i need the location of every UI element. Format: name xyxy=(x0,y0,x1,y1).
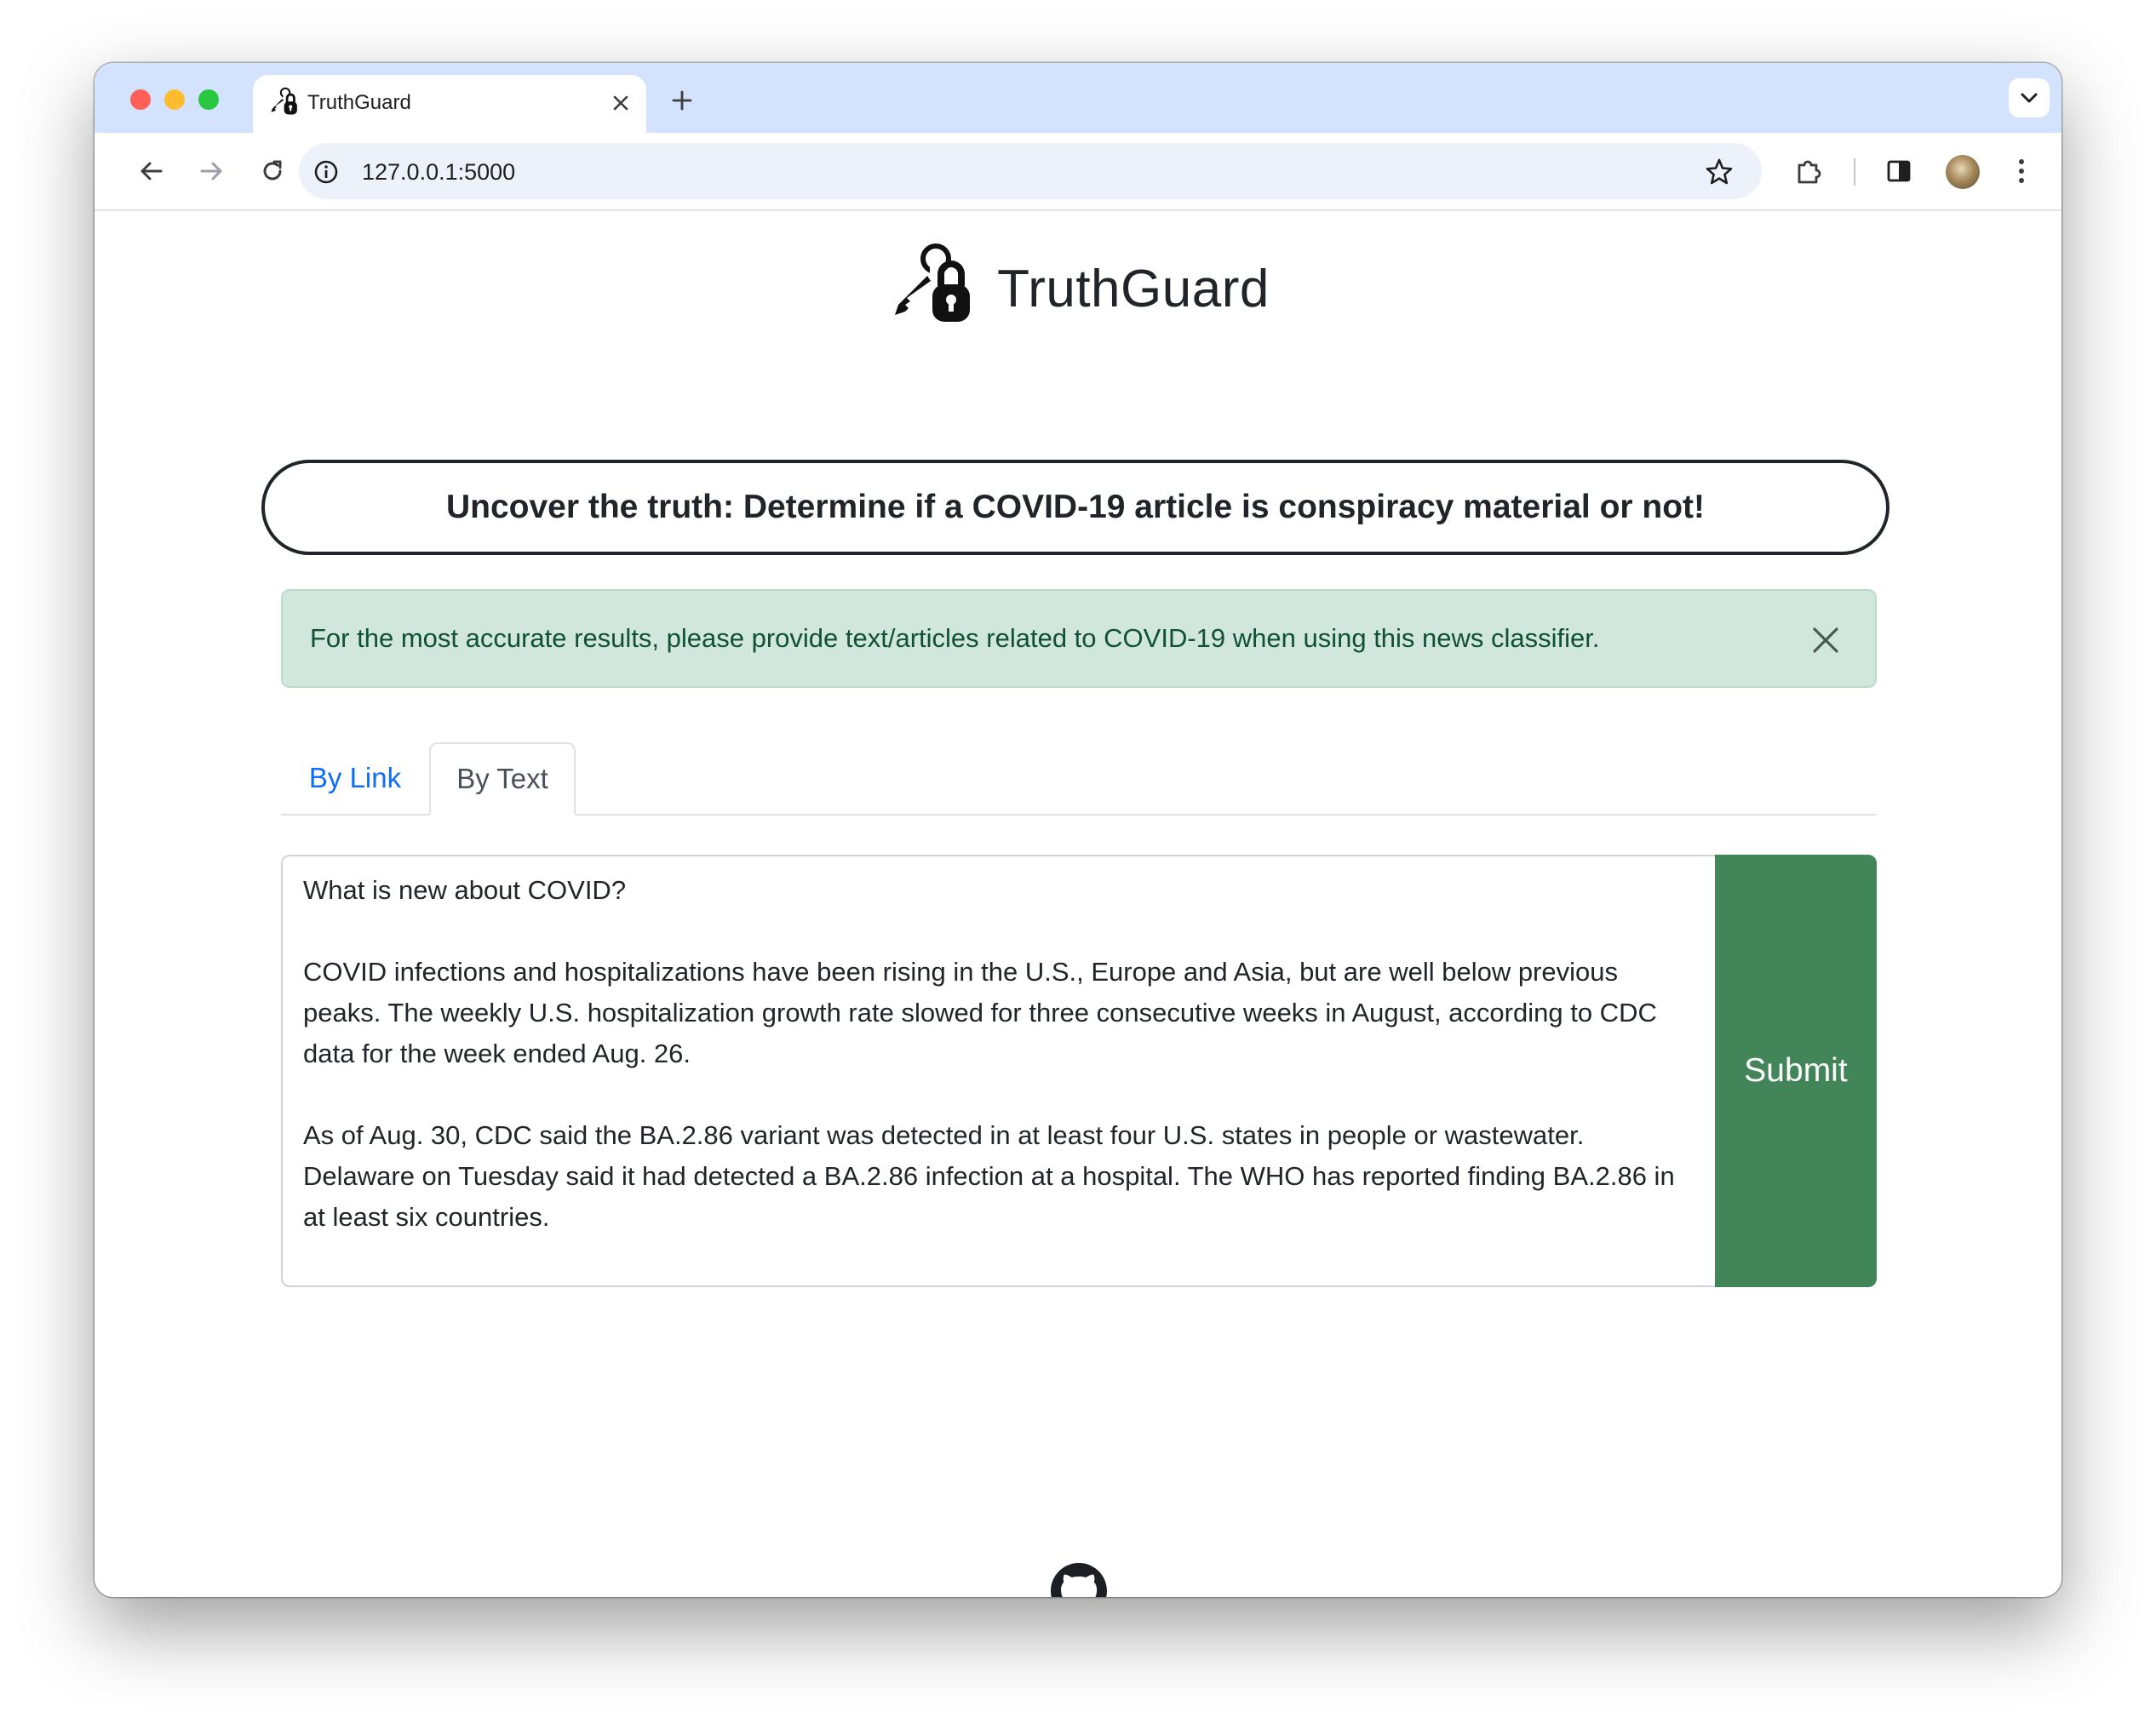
info-icon[interactable] xyxy=(313,158,340,186)
close-icon[interactable] xyxy=(1809,623,1843,657)
info-alert: For the most accurate results, please pr… xyxy=(281,589,1877,688)
input-mode-tabs: By Link By Text xyxy=(281,742,1877,816)
address-bar[interactable]: 127.0.0.1:5000 xyxy=(299,143,1762,199)
app-title: TruthGuard xyxy=(997,259,1270,318)
key-and-lock-icon xyxy=(895,243,971,322)
tab-by-text[interactable]: By Text xyxy=(429,742,576,816)
toolbar-divider xyxy=(1854,158,1855,186)
url-text[interactable]: 127.0.0.1:5000 xyxy=(362,159,515,186)
browser-window: TruthGuard 127.0.0.1:5000 TruthGuard Unc… xyxy=(95,63,2061,1597)
star-icon[interactable] xyxy=(1704,157,1735,187)
forward-arrow-icon[interactable] xyxy=(192,152,231,191)
tagline-banner: Uncover the truth: Determine if a COVID-… xyxy=(261,460,1889,555)
tab-strip: TruthGuard xyxy=(95,63,2061,133)
submit-button[interactable]: Submit xyxy=(1715,855,1877,1287)
chevron-down-icon[interactable] xyxy=(2009,78,2050,117)
github-icon[interactable] xyxy=(1051,1563,1107,1597)
site-header: TruthGuard xyxy=(95,242,2061,335)
close-icon[interactable] xyxy=(607,89,634,117)
extensions-icon[interactable] xyxy=(1789,152,1828,191)
profile-avatar[interactable] xyxy=(1946,155,1980,189)
tab-by-link[interactable]: By Link xyxy=(281,742,429,814)
page-content: TruthGuard Uncover the truth: Determine … xyxy=(95,211,2061,1597)
tab-title: TruthGuard xyxy=(307,91,411,114)
browser-tab[interactable]: TruthGuard xyxy=(253,75,646,133)
alert-message: For the most accurate results, please pr… xyxy=(310,623,1600,653)
browser-toolbar: 127.0.0.1:5000 xyxy=(95,133,2061,211)
close-window-button[interactable] xyxy=(130,89,151,110)
side-panel-icon[interactable] xyxy=(1879,152,1918,191)
plus-icon[interactable] xyxy=(665,83,699,117)
kebab-menu-icon[interactable] xyxy=(2002,152,2041,191)
key-and-lock-icon xyxy=(271,87,297,115)
maximize-window-button[interactable] xyxy=(198,89,219,110)
article-input-group: What is new about COVID? COVID infection… xyxy=(281,855,1877,1287)
article-textarea[interactable]: What is new about COVID? COVID infection… xyxy=(281,855,1715,1287)
back-arrow-icon[interactable] xyxy=(132,152,171,191)
minimize-window-button[interactable] xyxy=(164,89,185,110)
reload-icon[interactable] xyxy=(253,152,292,191)
